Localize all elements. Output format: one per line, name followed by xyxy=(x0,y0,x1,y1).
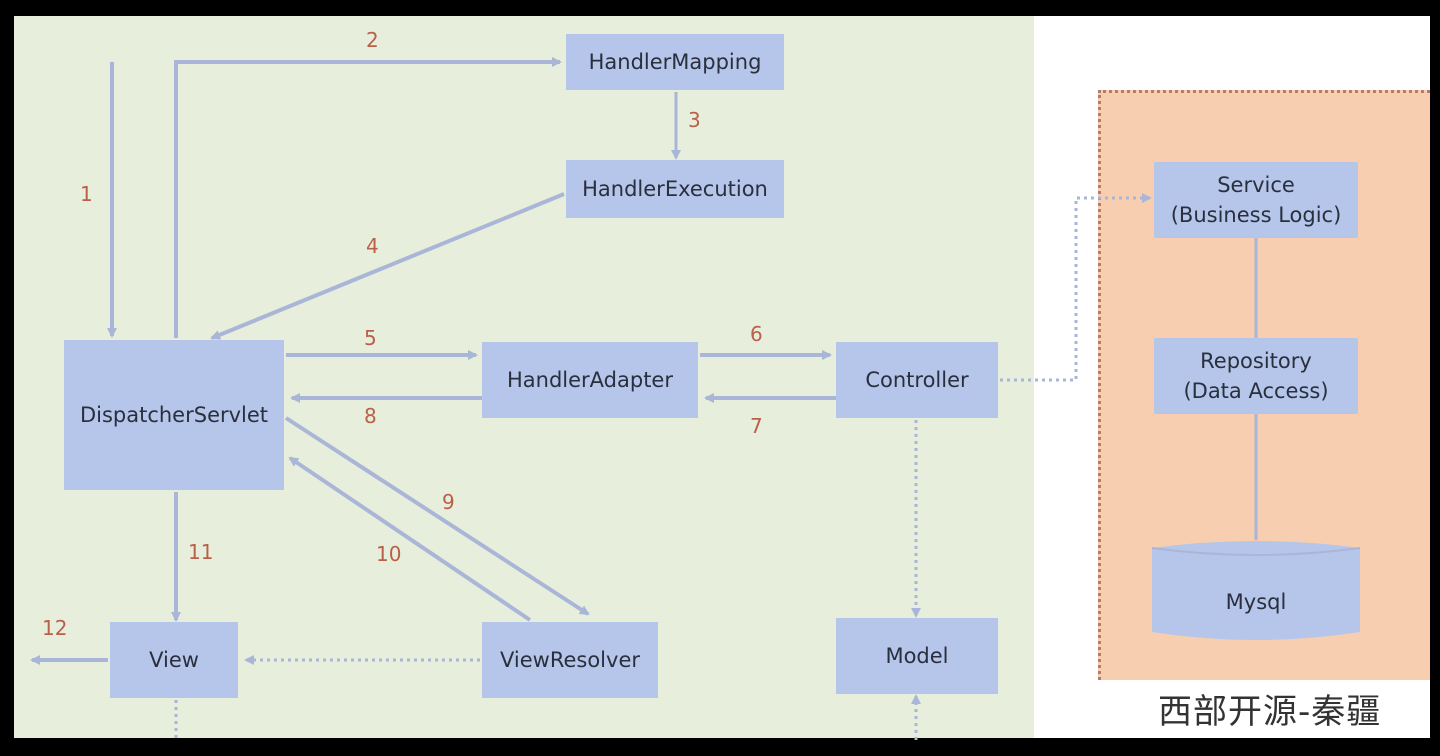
dispatcher-servlet-node: DispatcherServlet xyxy=(64,340,284,490)
step-6: 6 xyxy=(750,322,763,346)
model-node: Model xyxy=(836,618,998,694)
controller-node: Controller xyxy=(836,342,998,418)
step-2: 2 xyxy=(366,28,379,52)
handler-execution-node: HandlerExecution xyxy=(566,160,784,218)
step-12: 12 xyxy=(42,616,68,640)
step-10: 10 xyxy=(376,542,402,566)
step-11: 11 xyxy=(188,540,214,564)
arrow-10 xyxy=(288,456,532,622)
arrow-4 xyxy=(210,192,565,340)
arrow-9 xyxy=(284,416,590,616)
step-7: 7 xyxy=(750,414,763,438)
controller-to-service xyxy=(1000,193,1152,382)
mysql-label: Mysql xyxy=(1225,590,1287,614)
view-resolver-node: ViewResolver xyxy=(482,622,658,698)
step-4: 4 xyxy=(366,234,379,258)
repository-node: Repository (Data Access) xyxy=(1154,338,1358,414)
view-node: View xyxy=(110,622,238,698)
handler-mapping-node: HandlerMapping xyxy=(566,34,784,90)
step-3: 3 xyxy=(688,108,701,132)
service-node: Service (Business Logic) xyxy=(1154,162,1358,238)
step-5: 5 xyxy=(364,326,377,350)
watermark: 西部开源-秦疆 xyxy=(1158,692,1382,732)
arrow-2 xyxy=(174,57,562,338)
step-9: 9 xyxy=(442,490,455,514)
step-8: 8 xyxy=(364,404,377,428)
handler-adapter-node: HandlerAdapter xyxy=(482,342,698,418)
step-1: 1 xyxy=(80,182,93,206)
